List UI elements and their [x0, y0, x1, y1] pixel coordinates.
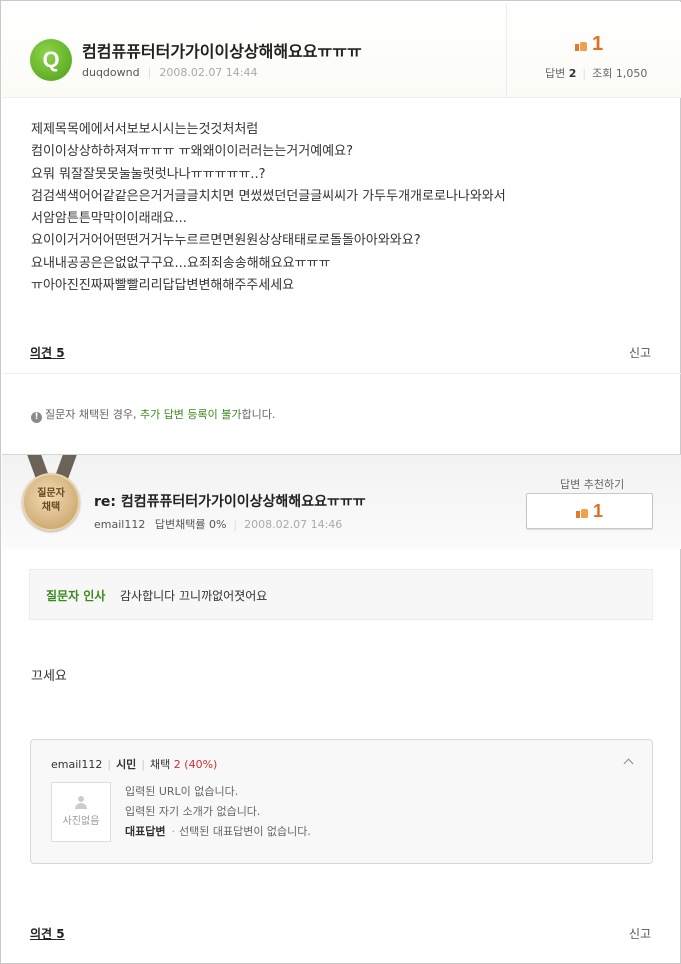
question-badge: Q: [30, 39, 72, 81]
question-body-line: 요뭐 뭐잘잘못못눌눌럿럿나나ㅠㅠㅠㅠㅠ..?: [31, 166, 266, 182]
profile-adopt-label: 채택: [150, 758, 171, 771]
question-title: 컴컴퓨퓨터터가가이이상상해해요요ㅠㅠㅠ: [82, 42, 362, 61]
question-body: 제제목목에에서서보보시시는는것것처처럼 컴이이상상하하져져ㅠㅠㅠ ㅠ왜왜이이러러…: [31, 119, 506, 297]
question-meta: duqdownd | 2008.02.07 14:44: [82, 66, 258, 79]
question-like-button[interactable]: 1: [575, 33, 603, 56]
greeting-label: 질문자 인사: [46, 589, 106, 603]
info-icon: !: [31, 412, 42, 423]
opinion-label: 의견: [30, 346, 53, 360]
recommend-count: 1: [592, 501, 603, 521]
answer-header: 질문자 채택 re: 컴컴퓨퓨터터가가이이상상해해요요ㅠㅠㅠ email112 …: [2, 454, 681, 549]
question-body-line: 요내내공공은은없없구구요...요죄죄송송해해요요ㅠㅠㅠ: [31, 255, 331, 271]
rep-label: 대표답변: [125, 825, 166, 838]
photo-placeholder-text: 사진없음: [62, 816, 100, 827]
question-body-line: 서암암튼튼막막이이래래요...: [31, 211, 187, 227]
thumbs-up-icon: [575, 506, 588, 518]
question-report-link[interactable]: 신고: [629, 344, 651, 361]
recommend-label: 답변 추천하기: [560, 478, 625, 491]
question-like-count: 1: [592, 33, 604, 55]
profile-summary: email112 | 시민 | 채택 2 (40%): [51, 758, 218, 771]
question-body-line: 컴이이상상하하져져ㅠㅠㅠ ㅠ왜왜이이러러는는거거예예요?: [31, 144, 353, 160]
opinion-label: 의견: [30, 927, 53, 941]
question-date: 2008.02.07 14:44: [159, 66, 258, 79]
answer-title: re: 컴컴퓨퓨터터가가이이상상해해요요ㅠㅠㅠ: [94, 494, 366, 510]
questioner-greeting: 질문자 인사 감사합니다 끄니까없어졋어요: [29, 569, 653, 620]
opinion-count: 5: [56, 346, 65, 360]
answer-author[interactable]: email112: [94, 518, 145, 531]
notice-highlight: 추가 답변 등록이 불가: [139, 408, 242, 421]
medal-line-2: 채택: [41, 502, 61, 513]
profile-rank: 시민: [116, 758, 137, 771]
question-opinion-link[interactable]: 의견 5: [30, 344, 65, 361]
profile-intro: 입력된 자기 소개가 없습니다.: [125, 805, 261, 818]
profile-adopt-value: 2 (40%): [173, 758, 218, 771]
profile-name[interactable]: email112: [51, 758, 102, 771]
answer-report-link[interactable]: 신고: [629, 925, 651, 942]
answer-date: 2008.02.07 14:46: [244, 518, 343, 531]
notice-suffix: 합니다.: [241, 408, 276, 421]
question-author[interactable]: duqdownd: [82, 66, 140, 79]
answers-label: 답변: [545, 67, 566, 80]
question-body-line: 검검색색어어같같은은거거글글치치면 면썼썼던던글글씨씨가 가두두개개로로나나와와…: [31, 188, 506, 204]
profile-details: 입력된 URL이 없습니다. 입력된 자기 소개가 없습니다. 대표답변 · 선택된…: [125, 782, 311, 842]
chevron-up-icon[interactable]: [623, 758, 634, 769]
divider: [2, 373, 681, 374]
question-counts: 답변 2 | 조회 1,050: [545, 67, 648, 80]
views-count: 1,050: [615, 67, 648, 80]
question-body-line: 요이이거거어어떤떤거거누누르르면면원원상상태태로로돌돌아아와와요?: [31, 233, 421, 249]
profile-url: 입력된 URL이 없습니다.: [125, 785, 239, 798]
answers-count: 2: [568, 67, 577, 80]
adoption-notice: ! 질문자 채택된 경우, 추가 답변 등록이 불가합니다.: [31, 406, 275, 423]
opinion-count: 5: [56, 927, 65, 941]
answer-meta: email112 답변채택률 0% | 2008.02.07 14:46: [94, 518, 343, 531]
answerer-profile-card: email112 | 시민 | 채택 2 (40%) 사진없음 입력된 URL이 없습니…: [30, 739, 653, 864]
greeting-text: 감사합니다 끄니까없어졋어요: [120, 589, 268, 603]
answer-opinion-link[interactable]: 의견 5: [30, 925, 65, 942]
views-label: 조회: [592, 67, 613, 80]
medal-line-1: 질문자: [37, 488, 65, 499]
question-header: Q 컴컴퓨퓨터터가가이이상상해해요요ㅠㅠㅠ duqdownd | 2008.02.0…: [2, 2, 681, 98]
question-stats: 1 답변 2 | 조회 1,050: [506, 3, 681, 98]
notice-prefix: 질문자 채택된 경우,: [45, 408, 140, 421]
page-frame: Q 컴컴퓨퓨터터가가이이상상해해요요ㅠㅠㅠ duqdownd | 2008.02.0…: [0, 0, 681, 964]
rep-text: 선택된 대표답변이 없습니다.: [178, 825, 311, 838]
question-body-line: 제제목목에에서서보보시시는는것것처처럼: [31, 122, 259, 137]
question-body-line: ㅠ아아진진짜짜빨빨리리답답변변해해주주세세요: [31, 278, 295, 294]
profile-representative: 대표답변 · 선택된 대표답변이 없습니다.: [125, 825, 311, 838]
profile-photo: 사진없음: [51, 782, 111, 842]
recommend-button[interactable]: 1: [526, 493, 653, 529]
answer-body: 끄세요: [31, 669, 67, 684]
adopted-medal-icon: 질문자 채택: [22, 455, 82, 537]
answer-adoption-rate: 답변채택률 0%: [154, 518, 227, 531]
thumbs-up-icon: [575, 39, 587, 51]
person-icon: [74, 796, 88, 810]
